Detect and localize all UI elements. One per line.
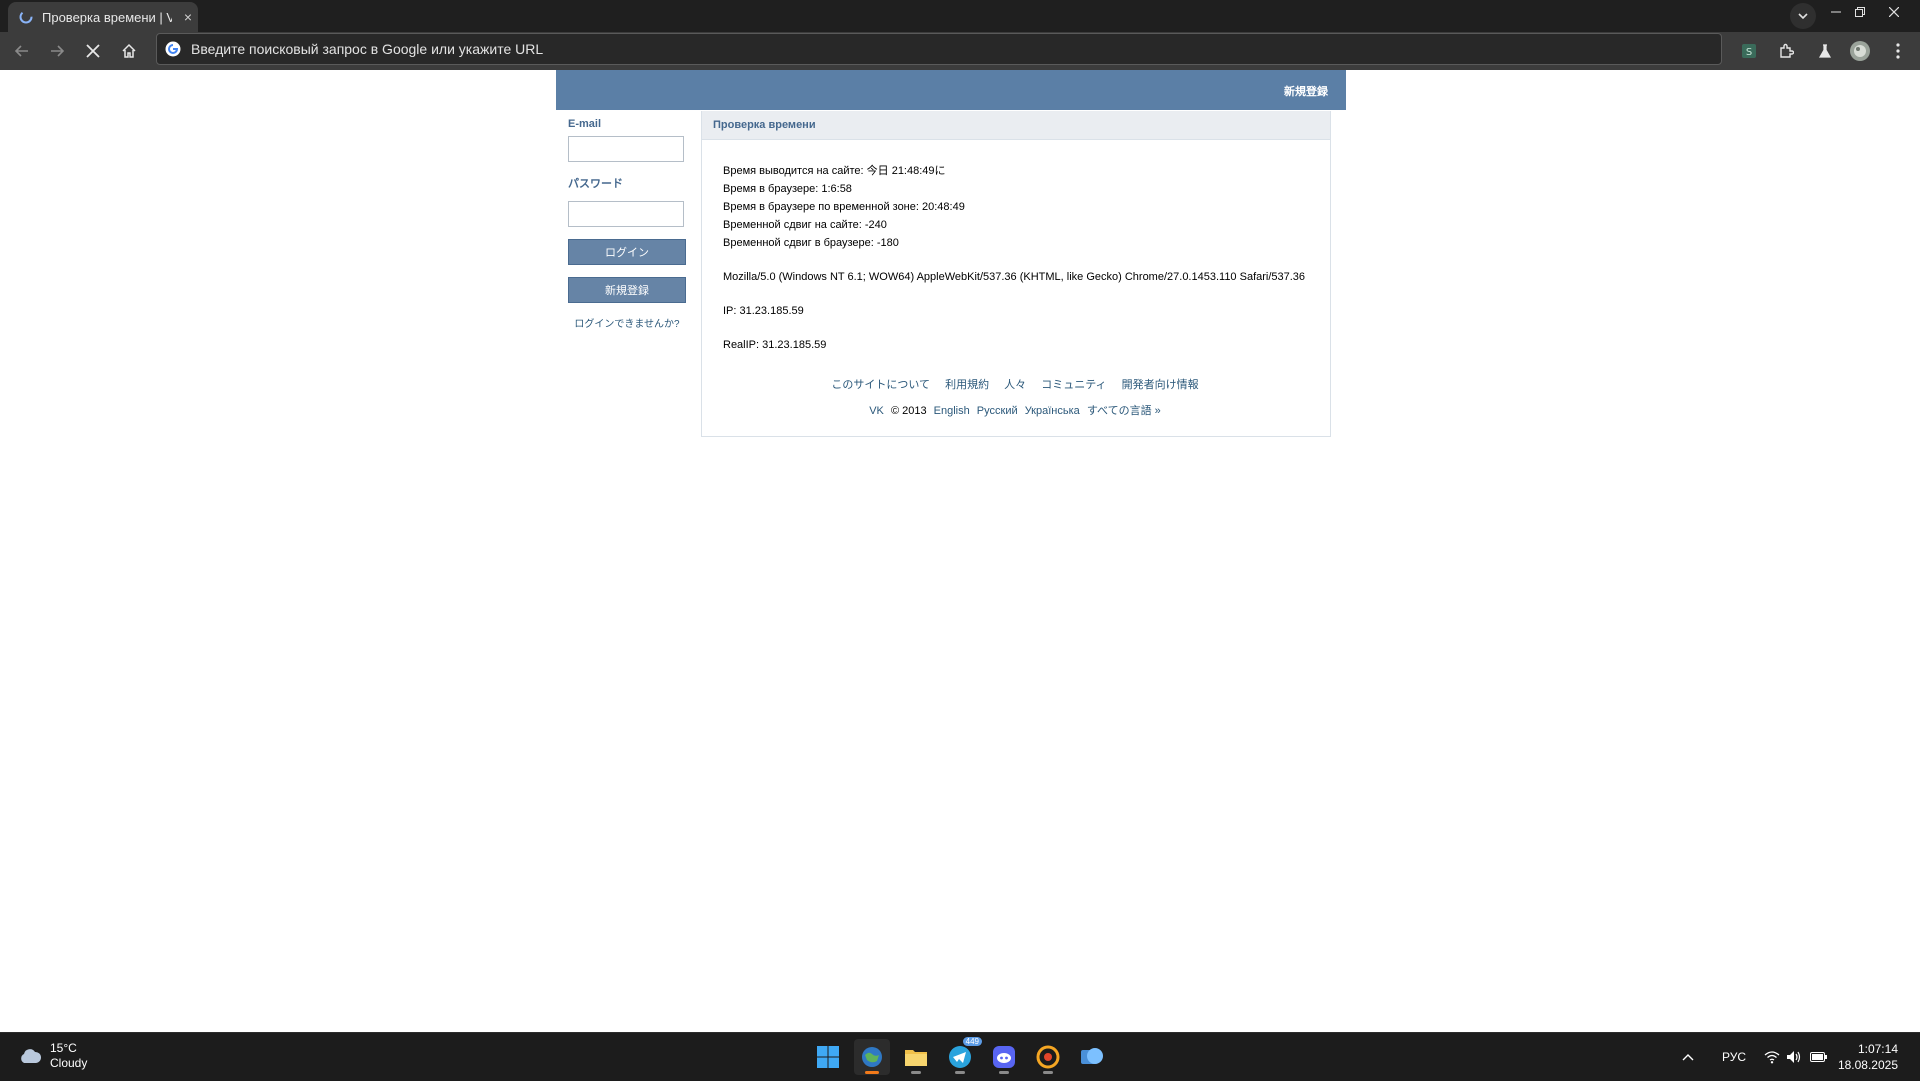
time-line-site: Время выводится на сайте: 今日 21:48:49に [723,165,946,177]
taskbar-telegram[interactable]: 449 [942,1037,982,1075]
tab-title: Проверка времени | V [42,9,172,25]
avatar [1850,41,1870,61]
browser-globe-icon [862,1047,882,1067]
extensions-button[interactable] [1772,37,1800,65]
footer-link-developers[interactable]: 開発者向け情報 [1122,379,1199,391]
arrow-right-icon [51,45,65,57]
home-icon [122,43,136,58]
panel-title: Проверка времени [702,111,1330,140]
footer-copyright: VK © 2013 English Русский Українська すべて… [700,402,1330,418]
stop-loading-button[interactable] [79,37,107,65]
globe-app-icon [1081,1048,1103,1064]
minimize-icon [1831,11,1841,13]
battery-icon[interactable] [1810,1033,1828,1081]
menu-button[interactable] [1884,37,1912,65]
language-indicator[interactable]: РУС [1722,1033,1746,1081]
browser-tab[interactable]: Проверка времени | V × [8,2,198,32]
forgot-login-link[interactable]: ログインできませんか? [568,315,686,330]
chevron-up-icon [1682,1054,1694,1061]
lang-all-link[interactable]: すべての言語 » [1087,405,1161,417]
lang-ukrainian-link[interactable]: Українська [1025,405,1080,417]
offset-line-browser: Временной сдвиг в браузере: -180 [723,237,899,249]
taskbar-recorder[interactable] [1030,1039,1066,1075]
footer-link-terms[interactable]: 利用規約 [945,379,989,391]
close-icon [1889,7,1899,17]
panel-body: Время выводится на сайте: 今日 21:48:49に В… [702,140,1330,354]
recorder-icon [1036,1045,1060,1069]
password-label: パスワード [568,178,623,190]
login-button[interactable]: ログイン [568,239,686,265]
password-field[interactable] [568,201,684,227]
system-clock[interactable]: 1:07:14 18.08.2025 [1838,1041,1898,1073]
address-bar-placeholder: Введите поисковый запрос в Google или ук… [191,41,544,57]
email-field[interactable] [568,136,684,162]
tab-close-icon[interactable]: × [180,9,196,25]
discord-icon [993,1046,1015,1068]
back-button[interactable] [8,37,36,65]
lang-russian-link[interactable]: Русский [977,405,1018,417]
labs-button[interactable] [1811,37,1839,65]
flask-icon [1818,44,1832,58]
volume-icon[interactable] [1786,1033,1802,1081]
taskbar: 15°C Cloudy 449 РУС 1:07:14 18.08.2025 [0,1032,1920,1081]
tab-search-button[interactable] [1790,3,1816,29]
clock-time: 1:07:14 [1857,1042,1898,1056]
footer-copyright-text: © 2013 [890,405,927,417]
lang-english-link[interactable]: English [934,405,970,417]
kebab-menu-icon [1896,43,1900,59]
puzzle-icon [1780,43,1794,58]
real-ip-line: RealIP: 31.23.185.59 [723,339,827,351]
restore-icon [1855,7,1865,17]
address-bar[interactable]: Введите поисковый запрос в Google или ук… [156,33,1722,65]
login-sidebar: E-mail パスワード ログイン 新規登録 ログインできませんか? [568,118,686,330]
footer-brand-link[interactable]: VK [869,405,884,417]
loading-spinner-icon [18,9,34,25]
time-line-browser: Время в браузере: 1:6:58 [723,183,852,195]
footer-link-communities[interactable]: コミュニティ [1041,379,1106,391]
extension-s-button[interactable]: S [1735,37,1763,65]
start-button[interactable] [810,1039,846,1075]
web-page: 新規登録 E-mail パスワード ログイン 新規登録 ログインできませんか? … [0,70,1920,1032]
profile-button[interactable] [1846,37,1874,65]
close-window-button[interactable] [1880,0,1908,24]
tray-overflow-button[interactable] [1682,1033,1694,1081]
offset-line-site: Временной сдвиг на сайте: -240 [723,219,887,231]
time-line-zone: Время в браузере по временной зоне: 20:4… [723,201,965,213]
taskbar-app-globe[interactable] [1074,1039,1110,1075]
footer-link-about[interactable]: このサイトについて [831,379,930,391]
taskbar-file-explorer[interactable] [898,1039,934,1075]
svg-text:S: S [1746,47,1752,58]
weather-desc: Cloudy [50,1056,88,1070]
footer-link-people[interactable]: 人々 [1004,379,1026,391]
browser-tabstrip: Проверка времени | V × [0,0,1920,32]
footer-links: このサイトについて 利用規約 人々 コミュニティ 開発者向け情報 [700,376,1330,392]
folder-icon [905,1050,927,1066]
close-icon [86,44,100,58]
weather-widget[interactable]: 15°C Cloudy [18,1041,87,1071]
taskbar-discord[interactable] [986,1039,1022,1075]
restore-button[interactable] [1846,0,1874,24]
user-agent-line: Mozilla/5.0 (Windows NT 6.1; WOW64) Appl… [723,271,1306,283]
cloud-icon [21,1049,42,1063]
weather-temp: 15°C [50,1041,77,1055]
home-button[interactable] [115,37,143,65]
arrow-left-icon [14,45,28,57]
network-icon[interactable] [1764,1033,1780,1081]
extension-s-icon: S [1742,44,1756,58]
forward-button[interactable] [43,37,71,65]
chevron-down-icon [1798,13,1808,20]
windows-icon [817,1046,839,1068]
telegram-badge: 449 [962,1037,982,1046]
email-label: E-mail [568,118,602,130]
register-button[interactable]: 新規登録 [568,277,686,303]
clock-date: 18.08.2025 [1837,1058,1898,1072]
vk-header: 新規登録 [556,70,1346,110]
header-register-link[interactable]: 新規登録 [1284,83,1328,99]
google-icon [165,41,181,57]
telegram-icon [949,1046,971,1068]
taskbar-browser[interactable] [854,1039,890,1075]
ip-line: IP: 31.23.185.59 [723,305,804,317]
